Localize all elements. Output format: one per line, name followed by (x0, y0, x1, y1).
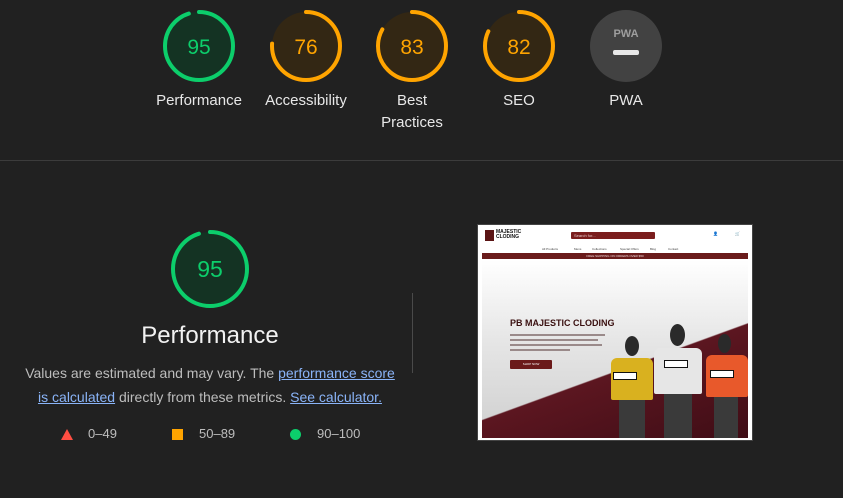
gauge-ring-seo: 82 (483, 10, 555, 82)
performance-main-gauge: 95 (170, 229, 250, 309)
mannequin-head (625, 336, 639, 356)
gauge-ring-accessibility: 76 (270, 10, 342, 82)
thumb-header-icons: 👤 🛒 (713, 231, 748, 241)
mannequin-legs (619, 400, 645, 438)
thumb-nav-item: All Products (542, 247, 559, 251)
gauge-ring-performance: 95 (163, 10, 235, 82)
cart-icon: 🛒 (735, 231, 740, 236)
circle-icon (290, 429, 301, 440)
pwa-badge-bg (590, 10, 662, 82)
mannequin-legs (664, 394, 692, 438)
thumb-search-bar: Search for... (571, 232, 655, 239)
square-icon (172, 429, 183, 440)
performance-title: Performance (141, 322, 279, 349)
mannequin-orange (704, 334, 748, 438)
gauge-pwa[interactable]: PWA PWA (571, 8, 681, 112)
tshirt-white (654, 348, 702, 394)
see-calculator-link[interactable]: See calculator. (290, 389, 382, 405)
gauge-label: Best Practices (381, 92, 443, 131)
page-screenshot-thumbnail[interactable]: MAJESTIC CLODING Search for... 👤 🛒 All P… (477, 224, 753, 441)
vertical-separator (412, 293, 413, 373)
mannequin-white (650, 324, 706, 438)
thumb-hero-button-label: SHOP NOW (522, 362, 540, 366)
thumb-hero-text (510, 334, 605, 354)
logo-mark-icon (485, 230, 494, 241)
shirt-print (664, 360, 688, 368)
thumb-nav-item: Blog (650, 247, 657, 251)
legend-range: 50–89 (199, 426, 236, 441)
gauge-ring-best-practices: 83 (376, 10, 448, 82)
shirt-print (710, 370, 734, 378)
legend-range: 0–49 (88, 426, 117, 441)
performance-main-ring: 95 (171, 230, 249, 308)
triangle-icon (61, 429, 73, 440)
thumb-hero: PB MAJESTIC CLODING SHOP NOW (482, 260, 748, 438)
account-icon: 👤 (713, 231, 718, 236)
performance-description: Values are estimated and may vary. The p… (20, 361, 400, 409)
thumb-nav-item: Collections (592, 247, 607, 251)
section-divider (0, 160, 843, 161)
desc-text-1: Values are estimated and may vary. The (25, 365, 279, 381)
gauge-seo[interactable]: 82 SEO (464, 8, 574, 112)
thumb-hero-title: PB MAJESTIC CLODING (510, 318, 615, 328)
gauge-label: SEO (503, 92, 535, 109)
main-gauge-score: 95 (197, 256, 223, 282)
thumb-logo: MAJESTIC CLODING (485, 230, 529, 241)
thumb-nav-item: Contact (668, 247, 679, 251)
gauge-score: 95 (187, 36, 210, 59)
thumb-nav-item: Special Offers (620, 247, 639, 251)
gauge-score: 82 (507, 36, 530, 59)
gauge-label: Accessibility (265, 92, 347, 109)
gauge-label: Performance (156, 92, 242, 109)
gauge-score: 83 (400, 36, 423, 59)
gauge-score: 76 (294, 36, 317, 59)
gauge-accessibility[interactable]: 76 Accessibility (251, 8, 361, 112)
pwa-badge-text: PWA (613, 28, 638, 40)
thumb-hero-button: SHOP NOW (510, 360, 552, 369)
thumb-search-placeholder: Search for... (574, 233, 596, 238)
gauge-best-practices[interactable]: 83 Best Practices (357, 8, 467, 134)
thumb-header: MAJESTIC CLODING Search for... 👤 🛒 (478, 225, 752, 245)
desc-text-2: directly from these metrics. (115, 389, 291, 405)
mannequin-head (718, 334, 731, 353)
pwa-badge-icon: PWA (590, 10, 662, 82)
gauge-label: PWA (609, 92, 643, 109)
mannequin-head (670, 324, 685, 346)
mannequin-legs (714, 397, 738, 438)
category-gauges: 95 Performance 76 Accessibility 83 Best … (0, 0, 843, 160)
pwa-dash-icon (613, 50, 639, 55)
legend-range: 90–100 (317, 426, 361, 441)
thumb-banner: FREE SHIPPING ON ORDERS OVER $50 (482, 253, 748, 259)
thumb-nav-item: Mens (574, 247, 582, 251)
shirt-print (613, 372, 637, 380)
gauge-performance[interactable]: 95 Performance (144, 8, 254, 112)
thumb-banner-text: FREE SHIPPING ON ORDERS OVER $50 (586, 254, 644, 258)
logo-line2: CLODING (496, 234, 520, 240)
